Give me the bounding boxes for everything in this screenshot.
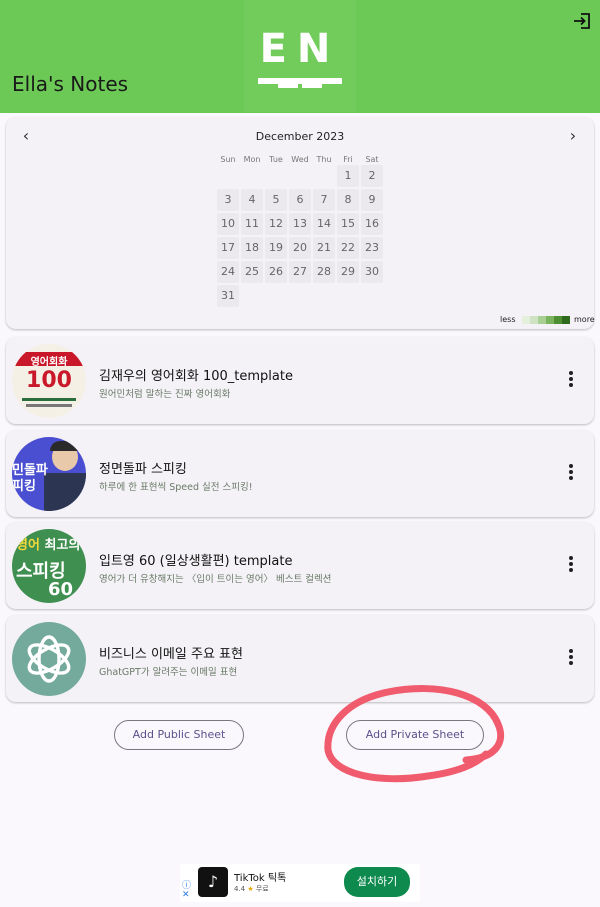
calendar-day[interactable]: 16	[361, 213, 383, 235]
calendar-day[interactable]: 15	[337, 213, 359, 235]
calendar-day[interactable]: 11	[241, 213, 263, 235]
ad-price: 무료	[255, 885, 269, 893]
calendar-day[interactable]: 28	[313, 261, 335, 283]
sheet-subtitle: 원어민처럼 말하는 진짜 영어회화	[99, 389, 231, 400]
sheet-thumbnail: 민돌파 피킹	[12, 437, 86, 511]
calendar-day[interactable]: 4	[241, 189, 263, 211]
calendar-day[interactable]: 18	[241, 237, 263, 259]
more-vert-icon[interactable]	[564, 556, 578, 576]
weekday-label: Mon	[243, 155, 261, 164]
openai-knot-icon	[27, 635, 71, 683]
sheet-subtitle: 영어가 더 유창해지는 〈입이 트이는 영어〉 베스트 컬렉션	[99, 574, 332, 585]
legend-more-label: more	[574, 315, 595, 324]
calendar-day[interactable]: 10	[217, 213, 239, 235]
calendar-day[interactable]: 30	[361, 261, 383, 283]
legend-swatch	[538, 316, 546, 324]
sheet-thumbnail: 영어 최고의 스피킹 60	[12, 529, 86, 603]
page-title: Ella's Notes	[12, 72, 129, 96]
calendar-day[interactable]: 9	[361, 189, 383, 211]
ad-app-name: TikTok 틱톡	[234, 873, 287, 884]
app-logo: EN	[244, 0, 356, 112]
calendar-day[interactable]: 19	[265, 237, 287, 259]
calendar-day[interactable]: 8	[337, 189, 359, 211]
ad-banner[interactable]: ⓘ ✕ ♪ TikTok 틱톡 4.4 ★ 무료 설치하기	[180, 864, 420, 902]
legend-swatch	[522, 316, 530, 324]
calendar-card: ‹ December 2023 › Sun Mon Tue Wed Thu Fri Sat 1…	[6, 117, 595, 329]
legend-swatch	[562, 316, 570, 324]
calendar-day[interactable]: 22	[337, 237, 359, 259]
calendar-day[interactable]: 5	[265, 189, 287, 211]
calendar-day[interactable]: 14	[313, 213, 335, 235]
calendar-day[interactable]: 20	[289, 237, 311, 259]
weekday-label: Fri	[343, 155, 353, 164]
calendar-day[interactable]: 12	[265, 213, 287, 235]
calendar-day[interactable]: 1	[337, 165, 359, 187]
add-public-sheet-button[interactable]: Add Public Sheet	[114, 720, 244, 750]
weekday-label: Thu	[316, 155, 332, 164]
calendar-day[interactable]: 23	[361, 237, 383, 259]
weekday-label: Sat	[365, 155, 379, 164]
star-icon: ★	[247, 885, 254, 893]
legend-swatch	[530, 316, 538, 324]
logo-book	[278, 84, 322, 88]
calendar-day[interactable]: 21	[313, 237, 335, 259]
logo-letters: EN	[259, 26, 341, 72]
tiktok-icon: ♪	[198, 867, 228, 897]
sheet-card[interactable]: 민돌파 피킹 정면돌파 스피킹 하루에 한 표현씩 Speed 실전 스피킹!	[6, 430, 594, 517]
login-icon[interactable]	[572, 12, 592, 30]
calendar-day[interactable]: 24	[217, 261, 239, 283]
calendar-day[interactable]: 7	[313, 189, 335, 211]
calendar-day[interactable]: 2	[361, 165, 383, 187]
red-circle-annotation	[324, 685, 505, 783]
weekday-label: Sun	[220, 155, 236, 164]
ad-rating-value: 4.4	[234, 885, 246, 893]
more-vert-icon[interactable]	[564, 649, 578, 669]
sheet-title: 입트영 60 (일상생활편) template	[99, 554, 293, 569]
chevron-right-icon[interactable]: ›	[563, 126, 583, 145]
weekday-label: Wed	[291, 155, 309, 164]
calendar-day[interactable]: 17	[217, 237, 239, 259]
sheet-title: 비즈니스 이메일 주요 표현	[99, 647, 243, 662]
sheet-subtitle: GhatGPT가 알려주는 이메일 표현	[99, 667, 238, 678]
more-vert-icon[interactable]	[564, 464, 578, 484]
sheet-subtitle: 하루에 한 표현씩 Speed 실전 스피킹!	[99, 482, 253, 493]
calendar-day[interactable]: 3	[217, 189, 239, 211]
calendar-day[interactable]: 13	[289, 213, 311, 235]
sheet-title: 정면돌파 스피킹	[99, 462, 187, 477]
calendar-day[interactable]: 26	[265, 261, 287, 283]
ad-rating: 4.4 ★ 무료	[234, 884, 269, 894]
openai-logo-icon	[12, 622, 86, 696]
calendar-day[interactable]: 29	[337, 261, 359, 283]
legend-less-label: less	[500, 315, 516, 324]
sheet-title: 김재우의 영어회화 100_template	[99, 369, 293, 384]
app-header: EN Ella's Notes	[0, 0, 600, 113]
sheet-thumbnail: 영어회화 100	[12, 344, 86, 418]
ad-close-icon[interactable]: ✕	[182, 890, 190, 900]
weekday-label: Tue	[269, 155, 283, 164]
sheet-card[interactable]: 영어회화 100 김재우의 영어회화 100_template 원어민처럼 말하…	[6, 337, 594, 424]
legend-swatch	[546, 316, 554, 324]
calendar-day[interactable]: 25	[241, 261, 263, 283]
more-vert-icon[interactable]	[564, 371, 578, 391]
calendar-day[interactable]: 31	[217, 285, 239, 307]
calendar-day[interactable]: 6	[289, 189, 311, 211]
legend-swatch	[554, 316, 562, 324]
ad-install-button[interactable]: 설치하기	[344, 867, 410, 897]
sheet-card[interactable]: 영어 최고의 스피킹 60 입트영 60 (일상생활편) template 영어…	[6, 522, 594, 609]
calendar-month-label: December 2023	[255, 130, 345, 143]
calendar-day[interactable]: 27	[289, 261, 311, 283]
